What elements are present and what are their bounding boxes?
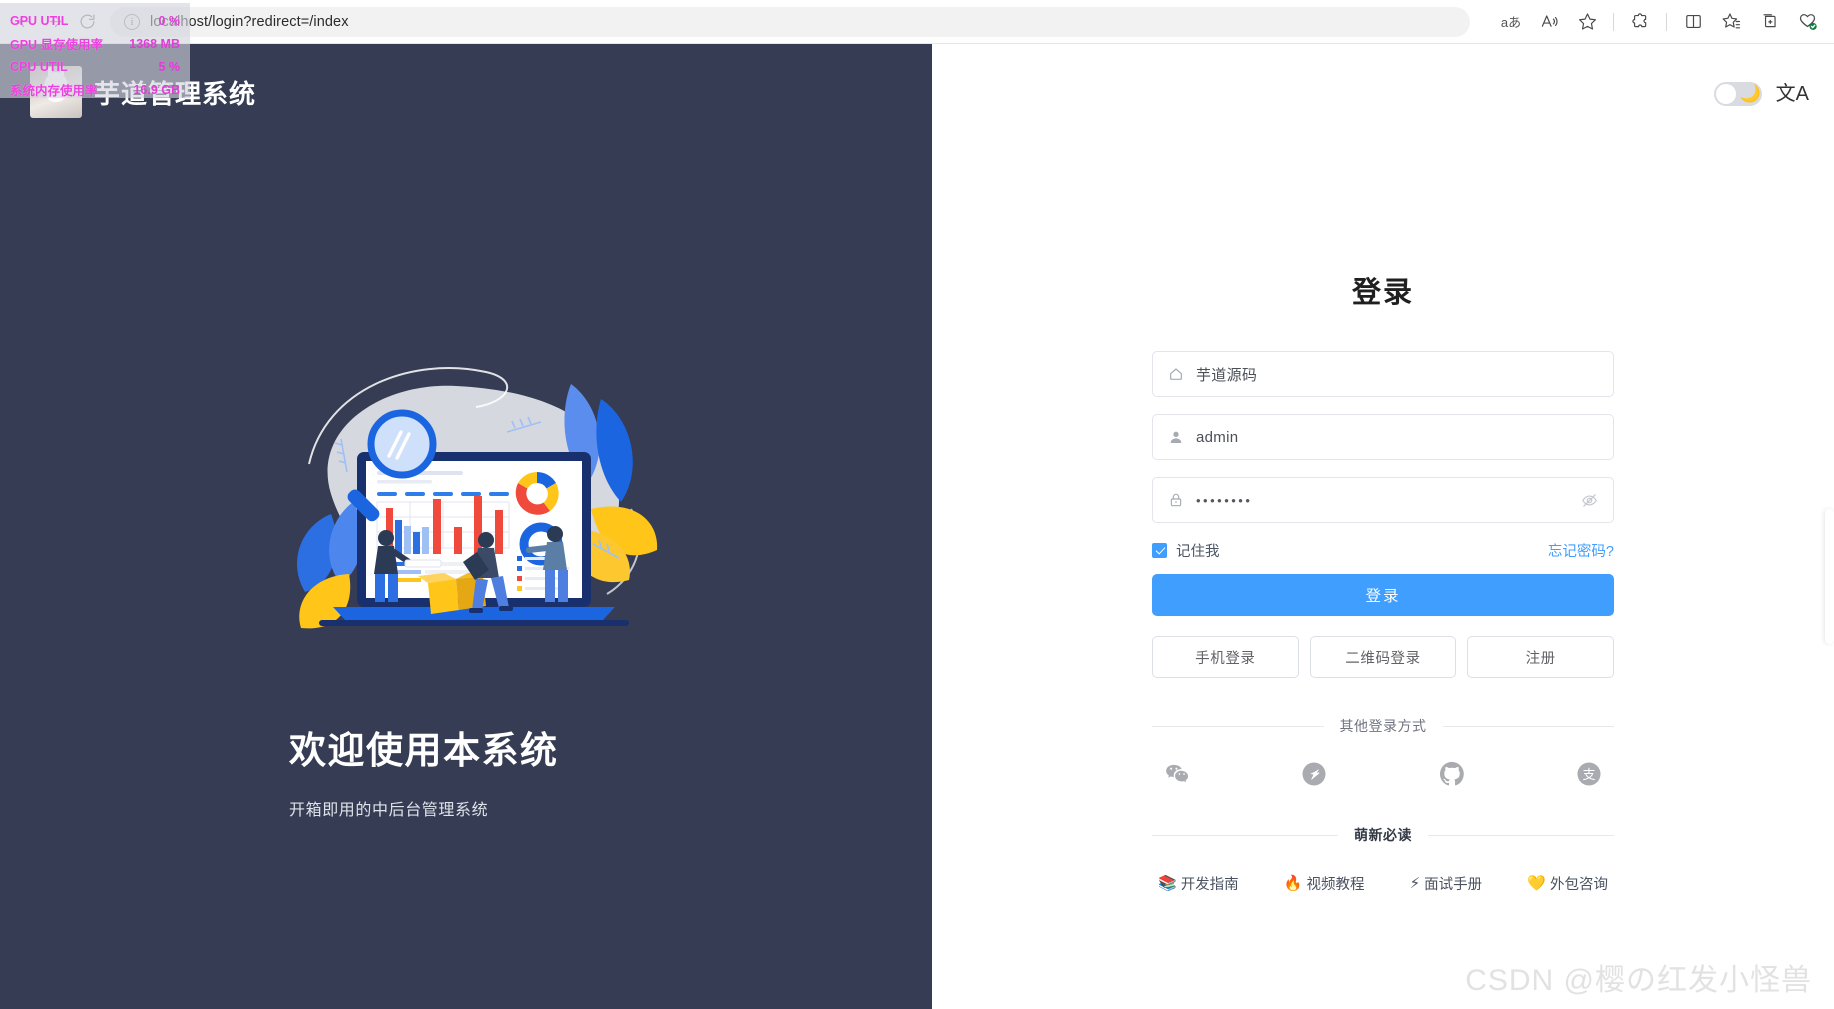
reading-aloud-icon[interactable]: aあ — [1494, 6, 1528, 38]
newbie-divider: 萌新必读 — [1152, 825, 1614, 845]
register-button[interactable]: 注册 — [1467, 636, 1615, 678]
login-submit-button[interactable]: 登录 — [1152, 574, 1614, 616]
favorite-star-icon[interactable] — [1570, 6, 1604, 38]
newbie-links-row: 📚 开发指南 🔥 视频教程 ⚡ 面试手册 💛 外包咨询 — [1152, 873, 1614, 894]
language-switch[interactable]: 文A — [1776, 84, 1809, 104]
yellow-heart-icon: 💛 — [1527, 875, 1546, 892]
dark-mode-toggle[interactable]: 🌙 — [1713, 82, 1762, 106]
user-icon — [1167, 428, 1185, 446]
gpu-monitor-overlay: GPU UTIL 0 % GPU 显存使用率 1368 MB CPU UTIL … — [0, 3, 190, 98]
remember-row: 记住我 忘记密码? — [1152, 540, 1614, 560]
lock-icon — [1167, 491, 1185, 509]
system-memory-label: 系统内存使用率 — [10, 84, 98, 98]
remember-me-control[interactable]: 记住我 — [1152, 540, 1220, 561]
username-value: admin — [1196, 428, 1239, 446]
cpu-util-row: CPU UTIL 5 % — [10, 55, 180, 78]
eye-slash-icon[interactable] — [1581, 492, 1598, 509]
password-value: •••••••• — [1196, 492, 1253, 508]
gpu-util-label: GPU UTIL — [10, 13, 69, 28]
left-branding-panel: 芋道管理系统 — [0, 44, 932, 1009]
welcome-title: 欢迎使用本系统 — [289, 730, 559, 771]
password-field[interactable]: •••••••• — [1152, 477, 1614, 523]
watermark: CSDN @樱の红发小怪兽 — [1465, 964, 1812, 997]
username-field[interactable]: admin — [1152, 414, 1614, 460]
gpu-memory-label: GPU 显存使用率 — [10, 38, 104, 52]
welcome-block: 欢迎使用本系统 开箱即用的中后台管理系统 — [289, 720, 849, 820]
remember-me-checkbox[interactable] — [1152, 542, 1167, 558]
collections-icon[interactable] — [1752, 6, 1786, 38]
video-tutorial-label: 视频教程 — [1306, 877, 1365, 893]
home-icon — [1167, 365, 1185, 383]
lightning-icon: ⚡ — [1409, 875, 1421, 892]
gpu-memory-value: 1368 MB — [129, 36, 180, 51]
extensions-icon[interactable] — [1623, 6, 1657, 38]
tenant-field[interactable]: 芋道源码 — [1152, 351, 1614, 397]
outsourcing-label: 外包咨询 — [1549, 877, 1608, 893]
qrcode-login-button[interactable]: 二维码登录 — [1309, 636, 1457, 678]
dev-guide-link[interactable]: 📚 开发指南 — [1158, 873, 1239, 894]
svg-text:支: 支 — [1582, 767, 1595, 782]
mobile-login-button[interactable]: 手机登录 — [1152, 636, 1299, 678]
dev-guide-label: 开发指南 — [1180, 877, 1239, 893]
read-aloud-icon[interactable] — [1532, 6, 1566, 38]
system-memory-value: 16.9 GB — [133, 82, 180, 97]
wechat-icon[interactable] — [1164, 761, 1190, 787]
login-page: 芋道管理系统 — [0, 44, 1834, 1009]
dingtalk-icon[interactable] — [1301, 761, 1327, 787]
gpu-util-row: GPU UTIL 0 % — [10, 9, 180, 32]
favorites-list-icon[interactable] — [1714, 6, 1748, 38]
outsourcing-link[interactable]: 💛 外包咨询 — [1527, 873, 1608, 894]
browser-toolbar: i localhost/login?redirect=/index aあ — [0, 0, 1834, 44]
right-login-panel: 🌙 文A 登录 芋道源码 admin •••••••• 记住我 忘记密码? 登录… — [932, 44, 1834, 1009]
toggle-knob — [1715, 84, 1736, 104]
book-icon: 📚 — [1158, 875, 1177, 892]
social-login-row: 支 — [1152, 761, 1614, 787]
split-screen-icon[interactable] — [1676, 6, 1710, 38]
page-top-tools: 🌙 文A — [1713, 82, 1809, 106]
address-bar[interactable]: i localhost/login?redirect=/index — [110, 6, 1470, 37]
interview-manual-label: 面试手册 — [1424, 877, 1483, 893]
browser-essentials-icon[interactable] — [1790, 6, 1824, 38]
interview-manual-link[interactable]: ⚡ 面试手册 — [1410, 873, 1483, 894]
toolbar-divider-2 — [1666, 12, 1667, 31]
github-icon[interactable] — [1439, 761, 1465, 787]
cpu-util-value: 5 % — [158, 59, 180, 74]
other-login-divider: 其他登录方式 — [1152, 716, 1614, 736]
toolbar-divider — [1613, 12, 1614, 31]
browser-toolbar-actions: aあ — [1494, 6, 1834, 38]
fire-icon: 🔥 — [1283, 875, 1303, 892]
cpu-util-label: CPU UTIL — [10, 59, 68, 74]
moon-icon: 🌙 — [1739, 84, 1761, 103]
gpu-util-value: 0 % — [158, 13, 180, 28]
login-form: 登录 芋道源码 admin •••••••• 记住我 忘记密码? 登录 手机登录… — [1152, 269, 1615, 894]
remember-me-label: 记住我 — [1176, 543, 1220, 560]
video-tutorial-link[interactable]: 🔥 视频教程 — [1284, 873, 1365, 894]
page-title: 登录 — [1351, 277, 1414, 309]
tenant-value: 芋道源码 — [1196, 366, 1258, 384]
gpu-memory-row: GPU 显存使用率 1368 MB — [10, 32, 180, 55]
welcome-subtitle: 开箱即用的中后台管理系统 — [289, 802, 489, 819]
data-analytics-illustration — [271, 344, 661, 644]
forgot-password-link[interactable]: 忘记密码? — [1548, 540, 1614, 561]
alipay-icon[interactable]: 支 — [1576, 761, 1602, 787]
secondary-login-buttons: 手机登录 二维码登录 注册 — [1152, 636, 1615, 678]
system-memory-row: 系统内存使用率 16.9 GB — [10, 78, 180, 101]
page-scrollbar[interactable] — [1825, 509, 1834, 644]
